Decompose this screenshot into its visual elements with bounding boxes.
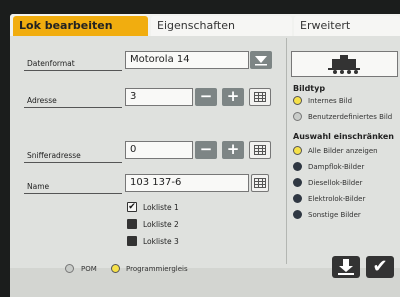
loco-image-preview[interactable] xyxy=(291,51,398,77)
adresse-plus-button[interactable]: + xyxy=(222,88,244,106)
auswahl-alle-label: Alle Bilder anzeigen xyxy=(308,147,378,155)
datenformat-dropdown-button[interactable] xyxy=(250,51,272,69)
auswahl-alle-radio[interactable] xyxy=(293,146,302,155)
panel-divider xyxy=(286,38,287,264)
bildtyp-benutzer-label: Benutzerdefiniertes Bild xyxy=(308,113,393,121)
adresse-minus-button[interactable]: − xyxy=(195,88,217,106)
lokliste-2-label: Lokliste 2 xyxy=(143,220,179,229)
tab-lok-bearbeiten[interactable]: Lok bearbeiten xyxy=(13,16,148,36)
save-button[interactable] xyxy=(332,256,360,278)
snifferadresse-input[interactable]: 0 xyxy=(125,141,193,159)
datenformat-label: Datenformat xyxy=(27,59,75,68)
keyboard-icon xyxy=(254,178,266,188)
name-keyboard-button[interactable] xyxy=(251,174,269,192)
auswahl-dampflok-label: Dampflok-Bilder xyxy=(308,163,365,171)
lokliste-2-checkbox[interactable] xyxy=(127,219,137,229)
keypad-icon xyxy=(254,92,266,102)
chevron-down-icon xyxy=(255,56,267,66)
programmiergleis-radio[interactable] xyxy=(111,264,120,273)
datenformat-select[interactable]: Motorola 14 xyxy=(125,51,249,69)
adresse-input[interactable]: 3 xyxy=(125,88,193,106)
snifferadresse-label: Snifferadresse xyxy=(27,151,81,160)
bildtyp-benutzer-radio[interactable] xyxy=(293,112,302,121)
auswahl-heading: Auswahl einschränken xyxy=(293,132,394,141)
auswahl-elektrolok-radio[interactable] xyxy=(293,194,302,203)
auswahl-dampflok-radio[interactable] xyxy=(293,162,302,171)
locomotive-icon xyxy=(328,55,360,74)
auswahl-diesellok-radio[interactable] xyxy=(293,178,302,187)
tab-eigenschaften[interactable]: Eigenschaften xyxy=(151,16,292,36)
pom-label: POM xyxy=(81,265,97,273)
programmiergleis-label: Programmiergleis xyxy=(126,265,188,273)
auswahl-elektrolok-label: Elektrolok-Bilder xyxy=(308,195,366,203)
adresse-label: Adresse xyxy=(27,96,57,105)
auswahl-sonstige-radio[interactable] xyxy=(293,210,302,219)
keypad-icon xyxy=(254,145,266,155)
name-label: Name xyxy=(27,182,50,191)
lokliste-3-checkbox[interactable] xyxy=(127,236,137,246)
snifferadresse-minus-button[interactable]: − xyxy=(195,141,217,159)
tab-erweitert[interactable]: Erweitert xyxy=(294,16,400,36)
confirm-button[interactable]: ✔ xyxy=(366,256,394,278)
lokliste-3-label: Lokliste 3 xyxy=(143,237,179,246)
bildtyp-internes-label: Internes Bild xyxy=(308,97,353,105)
snifferadresse-plus-button[interactable]: + xyxy=(222,141,244,159)
name-input[interactable]: 103 137-6 xyxy=(125,174,249,192)
auswahl-sonstige-label: Sonstige Bilder xyxy=(308,211,361,219)
download-icon xyxy=(338,259,354,275)
auswahl-diesellok-label: Diesellok-Bilder xyxy=(308,179,363,187)
adresse-keypad-button[interactable] xyxy=(249,88,271,106)
screen: Lok bearbeiten Eigenschaften Erweitert D… xyxy=(10,14,400,297)
datenformat-underline xyxy=(24,70,122,71)
adresse-underline xyxy=(24,107,122,108)
lokliste-1-label: Lokliste 1 xyxy=(143,203,179,212)
bildtyp-internes-radio[interactable] xyxy=(293,96,302,105)
name-underline xyxy=(24,193,122,194)
bildtyp-heading: Bildtyp xyxy=(293,84,326,93)
snifferadresse-keypad-button[interactable] xyxy=(249,141,271,159)
tab-bar: Lok bearbeiten Eigenschaften Erweitert xyxy=(10,14,400,36)
snifferadresse-underline xyxy=(24,162,122,163)
pom-radio[interactable] xyxy=(65,264,74,273)
lokliste-1-checkbox[interactable]: ✔ xyxy=(127,202,137,212)
